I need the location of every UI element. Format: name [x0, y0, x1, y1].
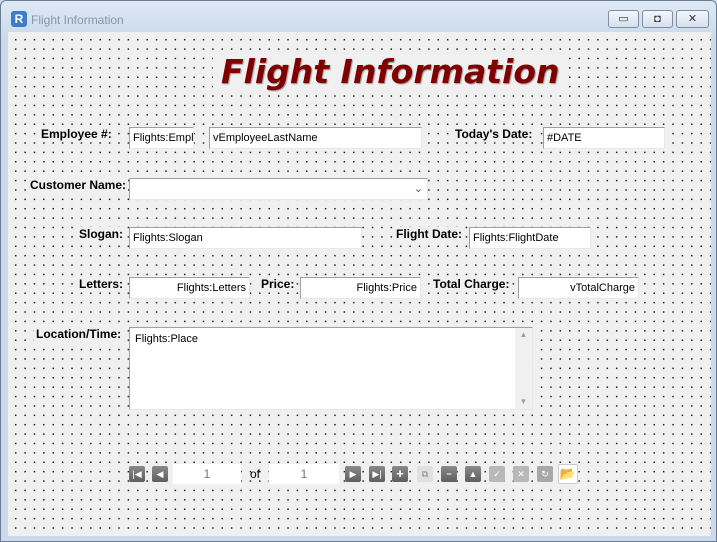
customer-name-label: Customer Name: — [28, 178, 129, 192]
letters-label: Letters: — [77, 277, 126, 291]
app-icon: R — [11, 11, 27, 27]
slogan-field[interactable]: Flights:Slogan — [129, 227, 362, 249]
flight-date-label: Flight Date: — [394, 227, 464, 241]
customer-name-dropdown[interactable]: ⌄ — [129, 178, 428, 200]
next-record-icon[interactable]: ▶ — [345, 466, 361, 482]
letters-field[interactable]: Flights:Letters — [129, 277, 250, 299]
employee-last-name-field[interactable]: vEmployeeLastName — [209, 127, 422, 149]
total-charge-field[interactable]: vTotalCharge — [518, 277, 639, 299]
window-title: Flight Information — [31, 13, 124, 27]
copy-record-icon[interactable]: ⧉ — [417, 466, 433, 482]
first-record-icon[interactable]: |◀ — [129, 466, 145, 482]
total-charge-label: Total Charge: — [431, 277, 512, 291]
price-field[interactable]: Flights:Price — [300, 277, 421, 299]
window: R Flight Information ▭ ◘ ✕ Flight Inform… — [0, 0, 717, 542]
total-records-field: 1 — [269, 464, 339, 484]
location-time-textarea[interactable]: Flights:Place ▲ ▼ — [129, 327, 533, 410]
move-up-icon[interactable]: ▲ — [465, 466, 481, 482]
form-area: Flight Information Employee #: Flights:E… — [8, 32, 711, 536]
slogan-label: Slogan: — [77, 227, 125, 241]
todays-date-field[interactable]: #DATE — [543, 127, 665, 149]
delete-record-icon[interactable]: − — [441, 466, 457, 482]
flight-date-field[interactable]: Flights:FlightDate — [469, 227, 591, 249]
location-time-value: Flights:Place — [135, 333, 198, 345]
price-label: Price: — [259, 277, 297, 291]
maximize-button[interactable]: ◘ — [642, 10, 673, 28]
cancel-x-icon[interactable]: ✕ — [513, 466, 529, 482]
minimize-button[interactable]: ▭ — [608, 10, 639, 28]
scroll-up-icon[interactable]: ▲ — [515, 328, 532, 342]
save-check-icon[interactable]: ✓ — [489, 466, 505, 482]
open-folder-icon[interactable]: 📂 — [558, 464, 578, 484]
location-time-label: Location/Time: — [34, 327, 124, 341]
employee-label: Employee #: — [39, 127, 114, 141]
chevron-down-icon[interactable]: ⌄ — [414, 179, 423, 199]
employee-id-field[interactable]: Flights:Emplo — [129, 127, 194, 149]
last-record-icon[interactable]: ▶| — [369, 466, 385, 482]
current-record-field[interactable]: 1 — [173, 464, 241, 484]
scroll-down-icon[interactable]: ▼ — [515, 395, 532, 409]
of-label: of — [250, 467, 261, 481]
refresh-icon[interactable]: ↻ — [537, 466, 553, 482]
add-record-icon[interactable]: + — [392, 466, 408, 482]
todays-date-label: Today's Date: — [453, 127, 535, 141]
previous-record-icon[interactable]: ◀ — [152, 466, 168, 482]
close-button[interactable]: ✕ — [676, 10, 709, 28]
scrollbar[interactable]: ▲ ▼ — [515, 328, 532, 409]
page-title: Flight Information — [213, 52, 568, 91]
